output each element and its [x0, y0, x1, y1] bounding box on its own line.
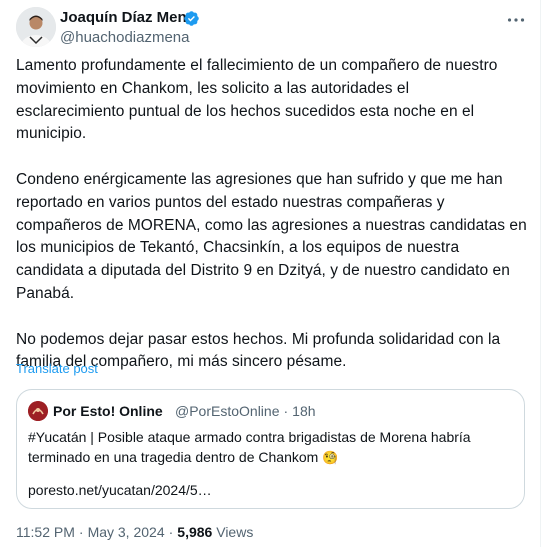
footer-separator: · — [168, 524, 174, 540]
face-with-monocle-emoji: 🧐 — [322, 450, 339, 465]
verified-badge-icon[interactable] — [183, 10, 200, 27]
tweet-date[interactable]: May 3, 2024 — [88, 524, 165, 540]
more-options-icon[interactable] — [504, 8, 528, 32]
footer-separator: · — [78, 524, 84, 540]
quoted-meta: @PorEstoOnline · 18h — [175, 401, 320, 421]
quoted-author-name[interactable]: Por Esto! Online — [53, 401, 163, 421]
quoted-time[interactable]: 18h — [292, 403, 315, 419]
tweet-text: Lamento profundamente el fallecimiento d… — [16, 55, 528, 374]
tweet: Joaquín Díaz Mena @huachodiazmena Lament… — [0, 0, 541, 547]
quoted-author-handle[interactable]: @PorEstoOnline — [175, 403, 279, 419]
author-handle[interactable]: @huachodiazmena — [60, 28, 189, 48]
quoted-text: #Yucatán | Posible ataque armado contra … — [28, 427, 508, 468]
avatar-image — [16, 7, 56, 47]
quoted-text-line: terminado en una tragedia dentro de Chan… — [28, 447, 508, 468]
tweet-paragraph: Lamento profundamente el fallecimiento d… — [16, 57, 498, 143]
quoted-meta-separator: · — [283, 403, 289, 419]
tweet-time[interactable]: 11:52 PM — [16, 524, 75, 540]
author-avatar[interactable] — [16, 7, 56, 47]
tweet-paragraph: Condeno enérgicamente las agresiones que… — [16, 170, 527, 302]
quoted-text-line-content: terminado en una tragedia dentro de Chan… — [28, 449, 319, 465]
tweet-footer: 11:52 PM · May 3, 2024 · 5,986 Views — [16, 522, 253, 542]
quoted-author-avatar[interactable] — [28, 401, 48, 421]
author-name[interactable]: Joaquín Díaz Mena — [60, 8, 195, 28]
quoted-tweet-card[interactable]: Por Esto! Online @PorEstoOnline · 18h #Yuc… — [16, 389, 525, 509]
views-label[interactable]: Views — [216, 524, 253, 540]
quoted-text-line: #Yucatán | Posible ataque armado contra … — [28, 429, 471, 445]
quoted-link[interactable]: poresto.net/yucatan/2024/5… — [28, 480, 212, 500]
translate-post-link[interactable]: Translate post — [16, 361, 98, 377]
quoted-avatar-image — [28, 401, 48, 421]
views-count[interactable]: 5,986 — [177, 524, 212, 540]
